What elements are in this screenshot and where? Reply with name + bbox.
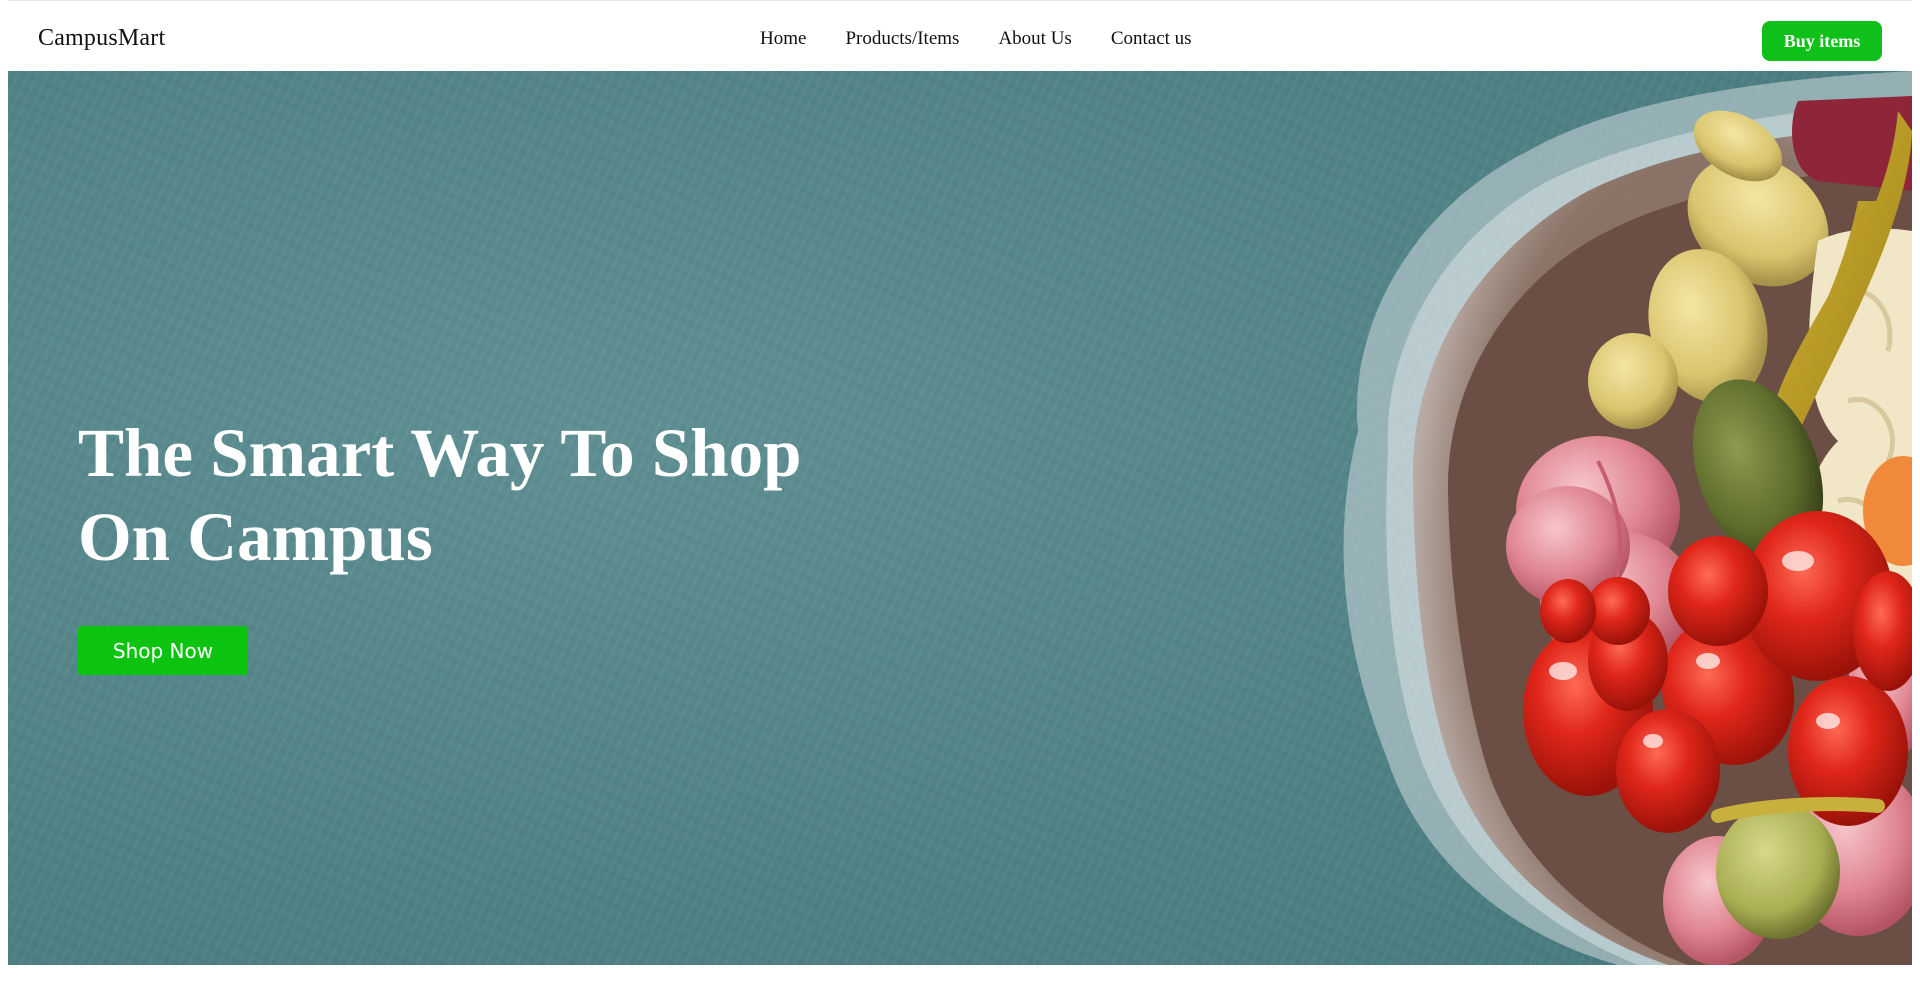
nav-link-about[interactable]: About Us	[998, 28, 1071, 50]
nav-links: Home Products/Items About Us Contact us	[760, 28, 1231, 50]
brand-logo[interactable]: CampusMart	[38, 25, 165, 52]
shop-now-button[interactable]: Shop Now	[78, 626, 248, 675]
hero-food-image	[1343, 71, 1912, 965]
nav-link-home[interactable]: Home	[760, 28, 806, 50]
hero-title: The Smart Way To Shop On Campus	[78, 415, 802, 575]
nav-link-products[interactable]: Products/Items	[845, 28, 959, 50]
page: CampusMart Home Products/Items About Us …	[0, 0, 1920, 996]
nav-link-contact[interactable]: Contact us	[1111, 28, 1192, 50]
buy-items-button[interactable]: Buy items	[1762, 21, 1882, 61]
navbar: CampusMart Home Products/Items About Us …	[8, 0, 1912, 71]
hero-section: The Smart Way To Shop On Campus Shop Now	[8, 71, 1912, 965]
